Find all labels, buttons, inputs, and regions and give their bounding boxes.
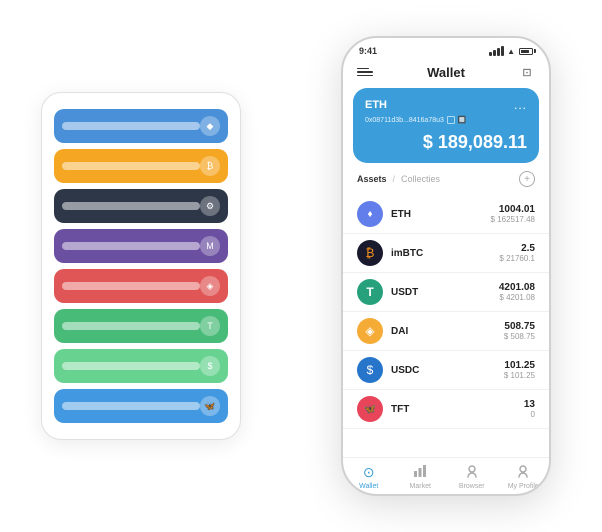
asset-amount-dai: 508.75 xyxy=(504,321,535,332)
eth-token-icon: ♦ xyxy=(357,201,383,227)
nav-market[interactable]: Market xyxy=(395,464,447,490)
asset-amounts-usdc: 101.25 $ 101.25 xyxy=(504,360,535,380)
nav-profile[interactable]: My Profile xyxy=(498,464,550,490)
asset-amounts-dai: 508.75 $ 508.75 xyxy=(504,321,535,341)
list-item[interactable]: ⚙ xyxy=(54,189,228,223)
card-icon: ◈ xyxy=(200,276,220,296)
eth-card-title: ETH xyxy=(365,99,387,111)
asset-row-usdt[interactable]: T USDT 4201.08 $ 4201.08 xyxy=(343,273,549,312)
list-item[interactable]: $ xyxy=(54,349,228,383)
asset-amount-usdt: 4201.08 xyxy=(499,282,535,293)
tab-separator: / xyxy=(393,174,396,184)
asset-amount-usdc: 101.25 xyxy=(504,360,535,371)
eth-balance: $ 189,089.11 xyxy=(365,132,527,153)
list-item[interactable]: ◆ xyxy=(54,109,228,143)
add-asset-button[interactable]: + xyxy=(519,171,535,187)
imbtc-token-icon: ₿ xyxy=(357,240,383,266)
card-label xyxy=(62,282,200,290)
asset-row-imbtc[interactable]: ₿ imBTC 2.5 $ 21760.1 xyxy=(343,234,549,273)
nav-browser[interactable]: Browser xyxy=(446,464,498,490)
tft-token-icon: 🦋 xyxy=(357,396,383,422)
card-label xyxy=(62,242,200,250)
asset-amount-imbtc: 2.5 xyxy=(499,243,535,254)
card-stack: ◆ ₿ ⚙ M ◈ T $ 🦋 xyxy=(41,92,241,440)
usdt-token-icon: T xyxy=(357,279,383,305)
card-icon: $ xyxy=(200,356,220,376)
phone-header: Wallet ⊡ xyxy=(343,60,549,88)
page-title: Wallet xyxy=(427,65,465,80)
scene: ◆ ₿ ⚙ M ◈ T $ 🦋 xyxy=(21,16,581,516)
card-icon: M xyxy=(200,236,220,256)
browser-nav-label: Browser xyxy=(459,483,485,490)
asset-name-usdc: USDC xyxy=(391,365,504,376)
usdc-token-icon: $ xyxy=(357,357,383,383)
card-icon: ◆ xyxy=(200,116,220,136)
list-item[interactable]: 🦋 xyxy=(54,389,228,423)
card-label xyxy=(62,122,200,130)
asset-amount-eth: 1004.01 xyxy=(491,204,536,215)
card-label xyxy=(62,362,200,370)
eth-card[interactable]: ETH ... 0x08711d3b...8416a78u3 🔲 $ 189,0… xyxy=(353,88,539,163)
asset-amount-tft: 13 xyxy=(524,399,535,410)
card-label xyxy=(62,162,200,170)
list-item[interactable]: T xyxy=(54,309,228,343)
asset-amounts-eth: 1004.01 $ 162517.48 xyxy=(491,204,536,224)
card-icon: ₿ xyxy=(200,156,220,176)
asset-row-usdc[interactable]: $ USDC 101.25 $ 101.25 xyxy=(343,351,549,390)
phone: 9:41 ▲ Wallet ⊡ xyxy=(341,36,551,496)
market-nav-label: Market xyxy=(410,483,431,490)
status-bar: 9:41 ▲ xyxy=(343,38,549,60)
asset-name-usdt: USDT xyxy=(391,287,499,298)
browser-nav-icon xyxy=(465,464,479,481)
asset-row-dai[interactable]: ◈ DAI 508.75 $ 508.75 xyxy=(343,312,549,351)
card-label xyxy=(62,322,200,330)
hamburger-menu-button[interactable] xyxy=(357,68,373,77)
list-item[interactable]: ◈ xyxy=(54,269,228,303)
asset-amounts-imbtc: 2.5 $ 21760.1 xyxy=(499,243,535,263)
profile-nav-icon xyxy=(516,464,530,481)
asset-usd-usdc: $ 101.25 xyxy=(504,371,535,380)
signal-icon xyxy=(489,46,504,56)
card-label xyxy=(62,402,200,410)
wifi-icon: ▲ xyxy=(507,47,515,56)
asset-row-eth[interactable]: ♦ ETH 1004.01 $ 162517.48 xyxy=(343,195,549,234)
bottom-nav: ⊙ Wallet Market Browser My Profile xyxy=(343,457,549,494)
card-icon: 🦋 xyxy=(200,396,220,416)
list-item[interactable]: M xyxy=(54,229,228,263)
status-time: 9:41 xyxy=(359,46,377,56)
asset-name-eth: ETH xyxy=(391,209,491,220)
battery-icon xyxy=(519,48,533,55)
asset-usd-dai: $ 508.75 xyxy=(504,332,535,341)
nav-wallet[interactable]: ⊙ Wallet xyxy=(343,464,395,490)
card-label xyxy=(62,202,200,210)
asset-usd-eth: $ 162517.48 xyxy=(491,215,536,224)
asset-list: ♦ ETH 1004.01 $ 162517.48 ₿ imBTC 2.5 $ … xyxy=(343,195,549,457)
card-icon: T xyxy=(200,316,220,336)
profile-nav-label: My Profile xyxy=(508,483,539,490)
card-icon: ⚙ xyxy=(200,196,220,216)
market-nav-icon xyxy=(413,464,427,481)
asset-usd-usdt: $ 4201.08 xyxy=(499,293,535,302)
asset-usd-imbtc: $ 21760.1 xyxy=(499,254,535,263)
dai-token-icon: ◈ xyxy=(357,318,383,344)
assets-header: Assets / Collecties + xyxy=(343,171,549,195)
asset-name-imbtc: imBTC xyxy=(391,248,499,259)
eth-more-button[interactable]: ... xyxy=(514,98,527,112)
wallet-nav-label: Wallet xyxy=(359,483,378,490)
asset-amounts-tft: 13 0 xyxy=(524,399,535,419)
eth-address: 0x08711d3b...8416a78u3 🔲 xyxy=(365,116,527,124)
status-icons: ▲ xyxy=(489,46,533,56)
asset-name-dai: DAI xyxy=(391,326,504,337)
asset-row-tft[interactable]: 🦋 TFT 13 0 xyxy=(343,390,549,429)
list-item[interactable]: ₿ xyxy=(54,149,228,183)
tab-assets[interactable]: Assets xyxy=(357,174,387,184)
asset-name-tft: TFT xyxy=(391,404,524,415)
asset-amounts-usdt: 4201.08 $ 4201.08 xyxy=(499,282,535,302)
expand-icon[interactable]: ⊡ xyxy=(519,64,535,80)
copy-icon[interactable] xyxy=(447,116,455,124)
wallet-nav-icon: ⊙ xyxy=(363,464,375,481)
tab-collecties[interactable]: Collecties xyxy=(401,174,440,184)
asset-usd-tft: 0 xyxy=(524,410,535,419)
